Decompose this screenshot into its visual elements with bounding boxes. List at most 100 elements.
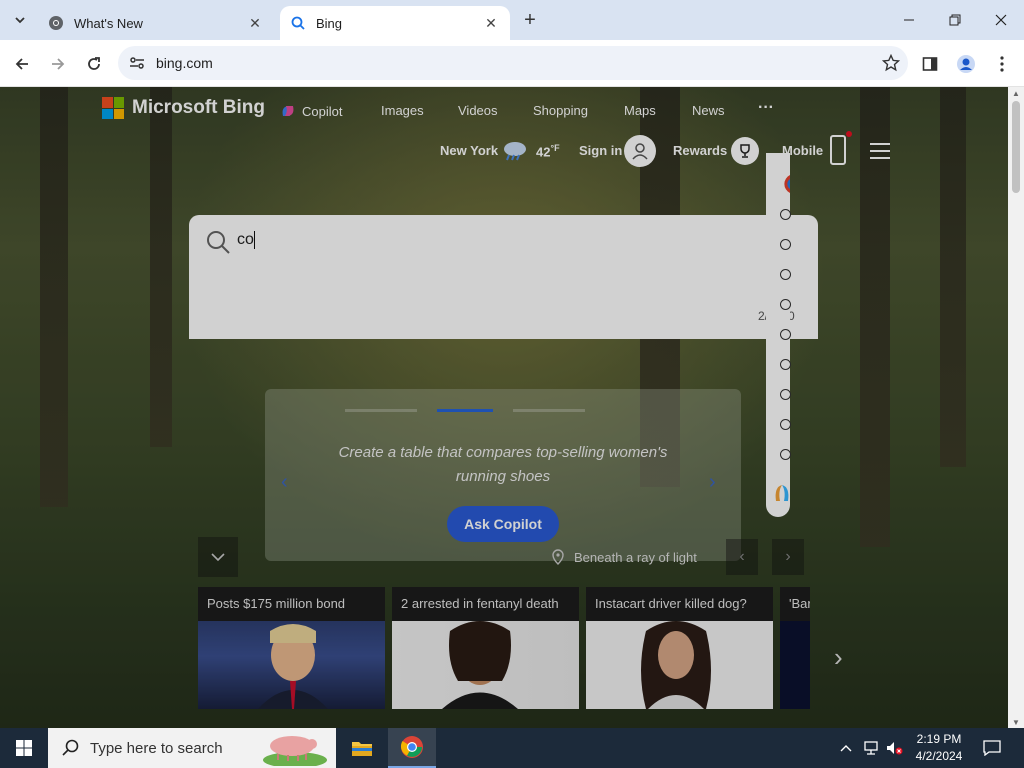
chevron-down-icon xyxy=(15,17,25,24)
search-icon xyxy=(207,231,230,254)
bing-logo[interactable]: Microsoft Bing xyxy=(102,97,265,119)
nav-shopping[interactable]: Shopping xyxy=(533,103,588,118)
chrome-taskbar-icon[interactable] xyxy=(388,728,436,768)
search-box[interactable]: co 2/2000 xyxy=(189,215,818,339)
search-input[interactable]: co xyxy=(237,231,255,249)
edge-icon xyxy=(784,175,790,193)
forward-button[interactable] xyxy=(44,50,72,78)
collapse-feed-button[interactable] xyxy=(198,537,238,577)
address-bar[interactable]: bing.com xyxy=(118,46,908,80)
tab-search-menu-button[interactable] xyxy=(8,8,32,32)
prev-image-button[interactable]: ‹ xyxy=(726,539,758,575)
radio-option[interactable] xyxy=(780,299,791,310)
bookmark-star-icon[interactable] xyxy=(874,54,908,72)
weather-location[interactable]: New York xyxy=(440,143,498,158)
search-highlight-icon xyxy=(263,736,327,766)
image-location[interactable]: Beneath a ray of light xyxy=(552,549,697,565)
carousel-dot[interactable] xyxy=(513,409,585,412)
scrollbar-thumb[interactable] xyxy=(1012,101,1020,193)
carousel-prev-icon[interactable]: ‹ xyxy=(281,471,288,494)
close-window-button[interactable] xyxy=(978,0,1024,40)
avatar[interactable] xyxy=(624,135,656,167)
text-caret xyxy=(253,231,255,249)
trophy-icon[interactable] xyxy=(731,137,759,165)
background-tree xyxy=(940,87,966,467)
news-title: 2 arrested in fentanyl death xyxy=(392,587,579,621)
nav-maps[interactable]: Maps xyxy=(624,103,656,118)
scroll-up-icon[interactable]: ▲ xyxy=(1012,89,1020,98)
ask-copilot-button[interactable]: Ask Copilot xyxy=(447,506,559,542)
search-icon xyxy=(62,739,79,756)
news-card[interactable]: 2 arrested in fentanyl death xyxy=(392,587,579,709)
radio-option[interactable] xyxy=(780,359,791,370)
radio-option[interactable] xyxy=(780,239,791,250)
carousel-indicators xyxy=(345,409,585,412)
news-card[interactable]: 'Bar xyxy=(780,587,810,709)
radio-option[interactable] xyxy=(780,209,791,220)
carousel-next-icon[interactable]: › xyxy=(709,471,716,494)
news-card[interactable]: Posts $175 million bond xyxy=(198,587,385,709)
page-scrollbar[interactable]: ▲ ▼ xyxy=(1008,87,1024,728)
chrome-icon xyxy=(48,15,64,31)
radio-option[interactable] xyxy=(780,419,791,430)
scroll-down-icon[interactable]: ▼ xyxy=(1012,718,1020,727)
notification-dot xyxy=(846,131,852,137)
arrow-left-icon xyxy=(15,58,28,70)
radio-option[interactable] xyxy=(780,269,791,280)
system-clock[interactable]: 2:19 PM 4/2/2024 xyxy=(902,731,976,765)
weather-temperature[interactable]: 42°F xyxy=(536,143,560,159)
reload-button[interactable] xyxy=(80,50,108,78)
minimize-button[interactable] xyxy=(886,0,932,40)
show-hidden-icons-button[interactable] xyxy=(836,728,856,768)
news-card[interactable]: Instacart driver killed dog? xyxy=(586,587,773,709)
nav-copilot[interactable]: Copilot xyxy=(280,103,342,119)
news-next-icon[interactable]: › xyxy=(834,642,843,673)
news-image xyxy=(198,621,385,709)
tab-whats-new[interactable]: What's New ✕ xyxy=(38,6,274,40)
close-tab-icon[interactable]: ✕ xyxy=(482,14,500,32)
radio-option[interactable] xyxy=(780,449,791,460)
chevron-up-icon xyxy=(840,745,852,752)
background-tree xyxy=(150,87,172,447)
news-title: 'Bar xyxy=(780,587,810,621)
new-tab-button[interactable]: + xyxy=(518,8,542,32)
side-panel-button[interactable] xyxy=(916,50,944,78)
minimize-icon xyxy=(904,19,914,21)
copilot-prompt-text[interactable]: Create a table that compares top-selling… xyxy=(315,441,691,489)
next-image-button[interactable]: › xyxy=(772,539,804,575)
radio-option[interactable] xyxy=(780,389,791,400)
site-info-icon[interactable] xyxy=(118,56,156,70)
nav-news[interactable]: News xyxy=(692,103,725,118)
copilot-side-panel xyxy=(766,153,791,517)
profile-icon xyxy=(957,55,975,73)
background-tree xyxy=(40,87,68,507)
phone-icon[interactable] xyxy=(830,135,846,165)
file-explorer-icon[interactable] xyxy=(338,728,386,768)
copilot-icon[interactable] xyxy=(774,483,790,505)
nav-videos[interactable]: Videos xyxy=(458,103,498,118)
carousel-dot[interactable] xyxy=(345,409,417,412)
tab-bing[interactable]: Bing ✕ xyxy=(280,6,510,40)
taskbar-search-box[interactable]: Type here to search xyxy=(48,728,336,768)
microsoft-logo-icon xyxy=(102,97,124,119)
search-icon xyxy=(290,15,306,31)
restore-icon xyxy=(949,14,961,26)
restore-button[interactable] xyxy=(932,0,978,40)
hamburger-menu-icon[interactable] xyxy=(870,143,890,159)
nav-images[interactable]: Images xyxy=(381,103,424,118)
close-icon xyxy=(995,14,1007,26)
page-viewport: Microsoft Bing Copilot Images Videos Sho… xyxy=(0,87,1008,728)
profile-button[interactable] xyxy=(952,50,980,78)
nav-more-button[interactable]: ··· xyxy=(758,99,774,117)
back-button[interactable] xyxy=(8,50,36,78)
close-tab-icon[interactable]: ✕ xyxy=(246,14,264,32)
network-icon[interactable] xyxy=(860,728,882,768)
sign-in-link[interactable]: Sign in xyxy=(579,143,622,158)
chrome-menu-button[interactable] xyxy=(988,50,1016,78)
news-title: Posts $175 million bond xyxy=(198,587,385,621)
radio-option[interactable] xyxy=(780,329,791,340)
notification-center-icon[interactable] xyxy=(978,728,1006,768)
rewards-link[interactable]: Rewards xyxy=(673,143,727,158)
start-button[interactable] xyxy=(0,728,48,768)
carousel-dot-active[interactable] xyxy=(437,409,493,412)
